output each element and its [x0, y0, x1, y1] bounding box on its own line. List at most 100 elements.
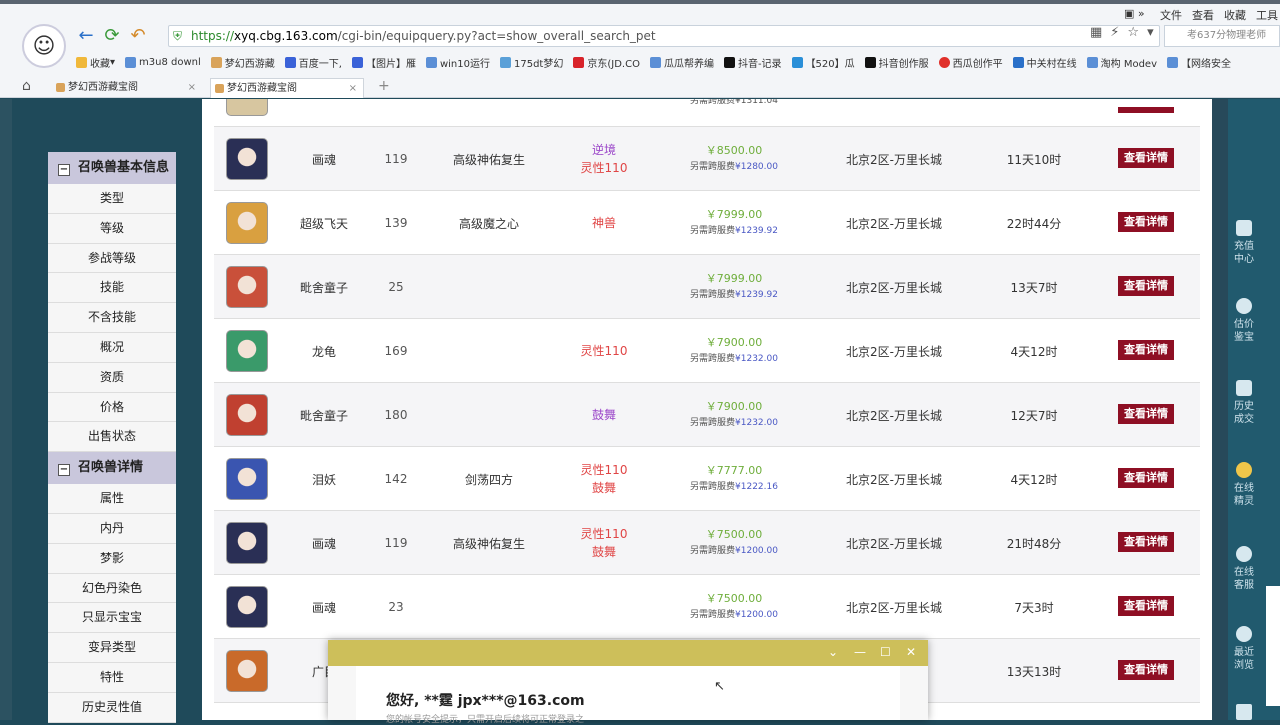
- new-tab-icon[interactable]: +: [378, 78, 390, 94]
- bookmark[interactable]: 中关村在线: [1012, 53, 1077, 71]
- float-customer-service[interactable]: 在线客服: [1232, 546, 1256, 592]
- section-details[interactable]: − 召唤兽详情: [48, 452, 176, 485]
- bookmark[interactable]: 【520】瓜: [791, 53, 855, 71]
- bookmark[interactable]: 抖音-记录: [723, 53, 782, 71]
- filter-inner-dan[interactable]: 内丹: [48, 513, 176, 544]
- pet-avatar-icon[interactable]: [226, 394, 268, 436]
- pet-price: ￥7900.00: [705, 400, 763, 413]
- bookmark[interactable]: 【图片】雁: [351, 53, 416, 71]
- address-actions[interactable]: ▦⚡☆▾: [1090, 25, 1162, 40]
- view-details-button[interactable]: 查看详情: [1118, 660, 1174, 680]
- section-basic-info[interactable]: − 召唤兽基本信息: [48, 152, 176, 184]
- search-input[interactable]: 考637分物理老师: [1164, 25, 1280, 47]
- bookmark[interactable]: 京东(JD.CO: [573, 53, 640, 71]
- home-icon[interactable]: ⌂: [22, 78, 31, 94]
- bookmark[interactable]: 瓜瓜帮养编: [649, 53, 714, 71]
- edit-icon: [1236, 704, 1252, 720]
- pet-avatar-icon[interactable]: [226, 522, 268, 564]
- qr-code-icon[interactable]: [1266, 586, 1280, 706]
- filter-traits[interactable]: 特性: [48, 662, 176, 693]
- pet-avatar-icon[interactable]: [226, 458, 268, 500]
- collapse-icon[interactable]: −: [58, 164, 70, 176]
- filter-exclude-skill[interactable]: 不含技能: [48, 303, 176, 333]
- bookmark[interactable]: 抖音创作服: [864, 53, 929, 71]
- filter-type[interactable]: 类型: [48, 184, 176, 214]
- filter-overview[interactable]: 概况: [48, 332, 176, 363]
- bookmark[interactable]: 收藏 ▾: [76, 53, 115, 71]
- pet-avatar-icon[interactable]: [226, 586, 268, 628]
- view-details-button[interactable]: 查看详情: [1118, 212, 1174, 232]
- filter-dream-shadow[interactable]: 梦影: [48, 543, 176, 574]
- tab-inactive[interactable]: 梦幻西游藏宝阁 ×: [52, 78, 202, 98]
- filter-color-dye[interactable]: 幻色丹染色: [48, 573, 176, 604]
- refresh-icon: [791, 56, 803, 68]
- pet-level: 142: [384, 472, 408, 486]
- address-bar[interactable]: ⛨ https://xyq.cbg.163.com/cgi-bin/equipq…: [168, 25, 1160, 47]
- pet-special-skill: [434, 319, 544, 383]
- pet-avatar-icon[interactable]: [226, 138, 268, 180]
- float-recharge[interactable]: 充值中心: [1232, 220, 1256, 266]
- float-appraisal[interactable]: 估价鉴宝: [1232, 298, 1256, 344]
- bookmark[interactable]: win10运行: [425, 53, 490, 71]
- menu-favorites[interactable]: 收藏: [1224, 7, 1246, 23]
- filter-attributes[interactable]: 属性: [48, 484, 176, 514]
- view-details-button[interactable]: 查看详情: [1118, 532, 1174, 552]
- filter-baby-only[interactable]: 只显示宝宝: [48, 603, 176, 634]
- filter-skill[interactable]: 技能: [48, 273, 176, 304]
- filter-sale-status[interactable]: 出售状态: [48, 422, 176, 453]
- tab-active[interactable]: 梦幻西游藏宝阁 ×: [210, 78, 364, 98]
- view-details-button[interactable]: 查看详情: [1118, 340, 1174, 360]
- float-edit[interactable]: [1232, 704, 1256, 724]
- view-details-button[interactable]: [1118, 107, 1174, 113]
- pet-price: ￥7777.00: [705, 464, 763, 477]
- bookmark[interactable]: 梦幻西游藏: [210, 53, 275, 71]
- view-details-button[interactable]: 查看详情: [1118, 404, 1174, 424]
- pet-price: ￥7500.00: [705, 528, 763, 541]
- pet-avatar-icon[interactable]: [226, 330, 268, 372]
- refresh-icon[interactable]: ⟳: [102, 26, 122, 46]
- close-tab-icon[interactable]: ×: [349, 79, 357, 99]
- filter-mutation-type[interactable]: 变异类型: [48, 633, 176, 663]
- menu-file[interactable]: 文件: [1160, 7, 1182, 23]
- pet-name: 画魂: [311, 536, 336, 551]
- float-history[interactable]: 历史成交: [1232, 380, 1256, 426]
- filter-aptitude[interactable]: 资质: [48, 362, 176, 393]
- filter-price[interactable]: 价格: [48, 392, 176, 423]
- browser-logo-icon[interactable]: ☺: [22, 24, 66, 68]
- pet-avatar-icon[interactable]: [226, 99, 268, 116]
- paw-icon: [284, 56, 296, 68]
- close-tab-icon[interactable]: ×: [188, 78, 196, 98]
- pet-avatar-icon[interactable]: [226, 650, 268, 692]
- menu-view[interactable]: 查看: [1192, 7, 1214, 23]
- close-icon[interactable]: ✕: [906, 645, 916, 659]
- undo-icon[interactable]: ↶: [128, 26, 148, 46]
- view-details-button[interactable]: 查看详情: [1118, 596, 1174, 616]
- filter-level[interactable]: 等级: [48, 213, 176, 244]
- view-details-button[interactable]: 查看详情: [1118, 468, 1174, 488]
- maximize-icon[interactable]: ☐: [880, 645, 891, 659]
- menu-tools[interactable]: 工具: [1256, 7, 1278, 23]
- back-arrow-icon[interactable]: ←: [76, 26, 96, 46]
- sidebar-toggle-icon[interactable]: ▣ »: [1124, 7, 1145, 20]
- pet-avatar-icon[interactable]: [226, 266, 268, 308]
- bookmark[interactable]: 百度一下,: [284, 53, 342, 71]
- minimize-icon[interactable]: —: [854, 645, 866, 659]
- bookmark[interactable]: 淘构 Modev: [1086, 53, 1157, 71]
- float-online-sprite[interactable]: 在线精灵: [1232, 462, 1256, 508]
- pet-price: ￥8500.00: [705, 144, 763, 157]
- bookmark[interactable]: 175dt梦幻: [500, 53, 563, 71]
- chevron-down-icon[interactable]: ⌄: [828, 645, 838, 659]
- pet-special-skill: [434, 575, 544, 639]
- bookmark[interactable]: 【网络安全: [1167, 53, 1231, 71]
- filter-history-spirit[interactable]: 历史灵性值: [48, 692, 176, 723]
- pet-avatar-icon[interactable]: [226, 202, 268, 244]
- filter-battle-level[interactable]: 参战等级: [48, 243, 176, 274]
- bookmark[interactable]: m3u8 downl: [125, 53, 201, 71]
- view-details-button[interactable]: 查看详情: [1118, 276, 1174, 296]
- pet-tags: [564, 575, 644, 639]
- collapse-icon[interactable]: −: [58, 464, 70, 477]
- bookmark[interactable]: 西瓜创作平: [938, 53, 1003, 71]
- view-details-button[interactable]: 查看详情: [1118, 148, 1174, 168]
- float-recent[interactable]: 最近浏览: [1232, 626, 1256, 672]
- pet-tags: 灵性110: [564, 319, 644, 383]
